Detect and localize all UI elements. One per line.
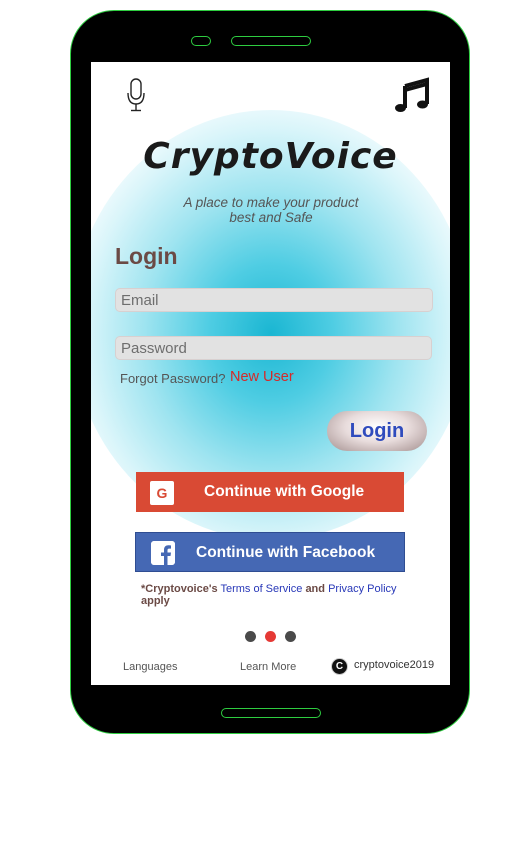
page-dot[interactable] [285,631,296,642]
page-dot-active[interactable] [265,631,276,642]
google-signin-label: Continue with Google [204,483,365,500]
home-button[interactable] [221,708,321,718]
terms-notice: *Cryptovoice's Terms of Service and Priv… [141,583,411,607]
music-note-icon[interactable] [394,77,430,113]
new-user-link[interactable]: New User [230,369,294,385]
terms-suffix: apply [141,595,170,607]
facebook-signin-button[interactable]: Continue with Facebook [135,532,405,572]
languages-link[interactable]: Languages [123,661,177,673]
app-tagline: A place to make your product best and Sa… [183,195,359,225]
login-heading: Login [115,243,178,269]
phone-frame: CryptoVoice A place to make your product… [70,10,470,734]
password-field[interactable] [115,336,432,360]
copyright-icon: C [332,659,347,674]
copyright-text: cryptovoice2019 [354,659,435,671]
email-field[interactable] [115,288,433,312]
facebook-signin-label: Continue with Facebook [196,544,376,561]
microphone-icon[interactable] [126,78,146,112]
login-button[interactable]: Login [327,411,427,451]
terms-of-service-link[interactable]: Terms of Service [220,583,302,595]
facebook-icon [151,541,175,565]
app-screen: CryptoVoice A place to make your product… [91,62,450,685]
privacy-policy-link[interactable]: Privacy Policy [328,583,396,595]
page-dot[interactable] [245,631,256,642]
earpiece-speaker [231,36,311,46]
terms-and: and [305,583,325,595]
app-title: CryptoVoice [143,136,398,177]
google-icon: G [150,481,174,505]
forgot-password-link[interactable]: Forgot Password? [120,371,226,386]
learn-more-link[interactable]: Learn More [240,661,296,673]
terms-prefix: *Cryptovoice's [141,583,218,595]
google-signin-button[interactable]: G Continue with Google [136,472,404,512]
front-camera [191,36,211,46]
